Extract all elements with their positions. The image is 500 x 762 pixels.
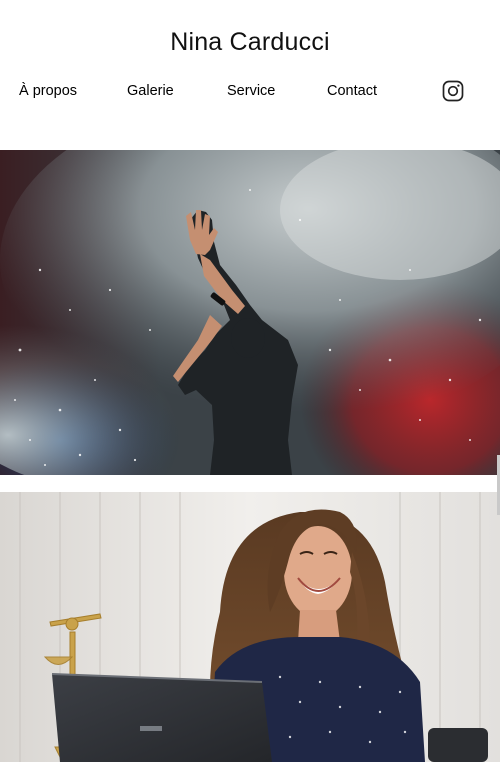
main-nav: À propos Galerie Service Contact — [0, 83, 500, 103]
woman-laptop-illustration — [0, 492, 500, 762]
site-header: Nina Carducci À propos Galerie Service C… — [0, 0, 500, 150]
hero-image — [0, 150, 500, 475]
site-title: Nina Carducci — [170, 28, 330, 56]
nav-link-contact[interactable]: Contact — [327, 83, 377, 99]
nav-link-galerie[interactable]: Galerie — [127, 83, 174, 99]
instagram-link[interactable] — [442, 80, 464, 102]
hero-illustration — [0, 150, 500, 475]
instagram-icon — [442, 80, 464, 102]
nav-link-service[interactable]: Service — [227, 83, 275, 99]
nav-link-a-propos[interactable]: À propos — [19, 83, 77, 99]
second-image — [0, 492, 500, 762]
